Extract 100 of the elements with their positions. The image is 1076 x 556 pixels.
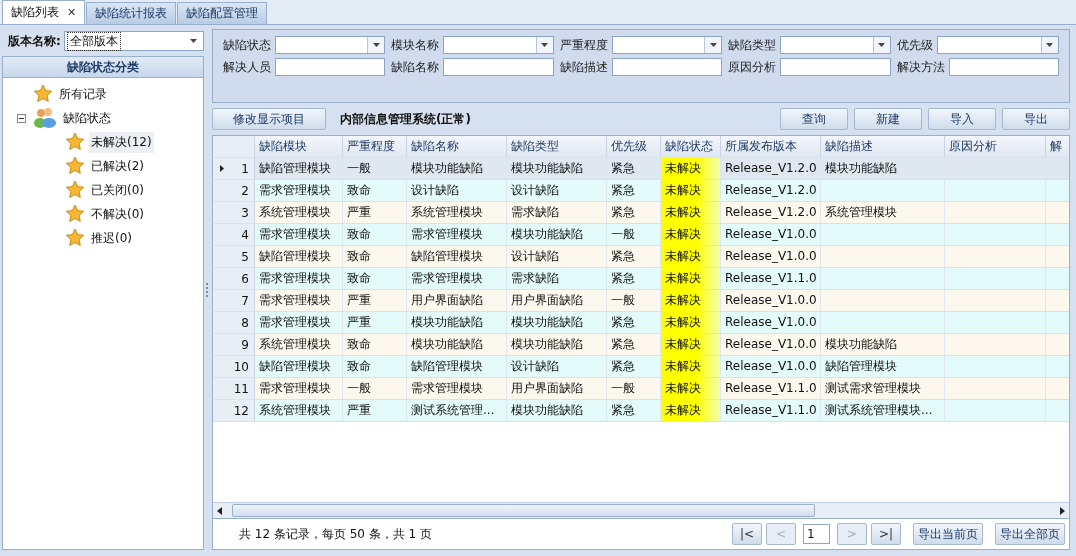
export-button[interactable]: 导出全部页	[995, 523, 1065, 545]
splitter-handle[interactable]	[206, 282, 210, 297]
table-row[interactable]: 8 需求管理模块 严重 模块功能缺陷 模块功能缺陷 紧急 未解决 Release_V1.0.0	[213, 312, 1069, 334]
table-row[interactable]: 3 系统管理模块 严重 系统管理模块 需求缺陷 紧急 未解决 Release_V1.2.0 系统管理模块	[213, 202, 1069, 224]
table-cell: 未解决	[661, 400, 721, 421]
row-header[interactable]: 10	[213, 356, 255, 377]
column-header[interactable]: 缺陷名称	[407, 136, 507, 157]
row-header[interactable]: 7	[213, 290, 255, 311]
toolbar-button[interactable]: 导出	[1002, 108, 1070, 130]
table-cell: 致命	[343, 268, 407, 289]
table-row[interactable]: 5 缺陷管理模块 致命 缺陷管理模块 设计缺陷 紧急 未解决 Release_V1.0.0	[213, 246, 1069, 268]
table-cell: 未解决	[661, 290, 721, 311]
row-header[interactable]: 4	[213, 224, 255, 245]
pager-button[interactable]: >|	[871, 523, 901, 545]
toolbar-button[interactable]: 查询	[780, 108, 848, 130]
grid-corner	[213, 136, 255, 157]
filter-label: 缺陷状态	[223, 36, 271, 54]
tab[interactable]: 缺陷列表 ✕	[2, 0, 86, 24]
table-cell: 需求管理模块	[255, 290, 343, 311]
table-cell: 缺陷管理模块	[255, 246, 343, 267]
table-cell: 设计缺陷	[507, 180, 607, 201]
table-row[interactable]: 12 系统管理模块 严重 测试系统管理... 模块功能缺陷 紧急 未解决 Release_V1.1.0 测试系统管理模块...	[213, 400, 1069, 422]
column-header[interactable]: 缺陷模块	[255, 136, 343, 157]
column-header[interactable]: 缺陷状态	[661, 136, 721, 157]
tree-item[interactable]: 已解决(2)	[89, 155, 146, 177]
table-row[interactable]: 4 需求管理模块 致命 需求管理模块 模块功能缺陷 一般 未解决 Release_V1.0.0	[213, 224, 1069, 246]
table-row[interactable]: 2 需求管理模块 致命 设计缺陷 设计缺陷 紧急 未解决 Release_V1.2.0	[213, 180, 1069, 202]
export-button[interactable]: 导出当前页	[913, 523, 983, 545]
scroll-left-icon[interactable]	[217, 506, 222, 515]
row-header[interactable]: 1	[213, 158, 255, 179]
tree-item[interactable]: 不解决(0)	[89, 203, 146, 225]
toolbar-button[interactable]: 新建	[854, 108, 922, 130]
page-number-field[interactable]: 1	[803, 524, 830, 544]
tree-item[interactable]: 所有记录	[57, 83, 109, 105]
dropdown-arrow-icon[interactable]	[878, 43, 886, 47]
row-header[interactable]: 2	[213, 180, 255, 201]
column-header[interactable]: 解	[1046, 136, 1069, 157]
tree-item[interactable]: 推迟(0)	[89, 227, 134, 249]
row-header[interactable]: 12	[213, 400, 255, 421]
tab[interactable]: 缺陷统计报表	[86, 2, 177, 24]
table-cell: 系统管理模块	[255, 334, 343, 355]
table-cell: 缺陷管理模块	[407, 246, 507, 267]
row-header[interactable]: 8	[213, 312, 255, 333]
version-dropdown[interactable]: 全部版本	[63, 31, 204, 51]
tree-title: 缺陷状态分类	[3, 57, 203, 78]
filter-input[interactable]	[611, 58, 723, 76]
table-cell: 设计缺陷	[507, 246, 607, 267]
dropdown-arrow-icon[interactable]	[190, 39, 197, 43]
row-header[interactable]: 3	[213, 202, 255, 223]
collapse-toggle-icon[interactable]	[17, 113, 26, 123]
scroll-right-icon[interactable]	[1060, 506, 1065, 515]
table-cell: 模块功能缺陷	[821, 158, 945, 179]
table-cell: Release_V1.2.0	[721, 158, 821, 179]
table-cell: 未解决	[661, 356, 721, 377]
filter-input[interactable]	[780, 58, 891, 76]
filter-input[interactable]	[443, 58, 554, 76]
pager-button[interactable]: |<	[732, 523, 762, 545]
table-cell: 需求管理模块	[255, 312, 343, 333]
edit-columns-button[interactable]: 修改显示项目	[212, 108, 326, 130]
dropdown-arrow-icon[interactable]	[541, 43, 549, 47]
table-row[interactable]: 6 需求管理模块 致命 需求管理模块 需求缺陷 紧急 未解决 Release_V1.1.0	[213, 268, 1069, 290]
close-icon[interactable]: ✕	[67, 6, 77, 19]
table-row[interactable]: 7 需求管理模块 严重 用户界面缺陷 用户界面缺陷 一般 未解决 Release_V1.0.0	[213, 290, 1069, 312]
table-cell: 系统管理模块	[407, 202, 507, 223]
scrollbar-thumb[interactable]	[232, 504, 815, 517]
row-number: 9	[241, 337, 249, 352]
dropdown-arrow-icon[interactable]	[372, 43, 380, 47]
table-cell: 致命	[343, 356, 407, 377]
tree-item[interactable]: 未解决(12)	[89, 131, 154, 153]
horizontal-scrollbar[interactable]	[213, 502, 1069, 518]
row-header[interactable]: 5	[213, 246, 255, 267]
filter-input[interactable]	[275, 58, 386, 76]
table-cell: 未解决	[661, 246, 721, 267]
tree-item[interactable]: 缺陷状态	[61, 107, 113, 129]
table-cell: 缺陷管理模块	[255, 158, 343, 179]
filter-input[interactable]	[948, 58, 1059, 76]
column-header[interactable]: 原因分析	[945, 136, 1046, 157]
dropdown-arrow-icon[interactable]	[709, 43, 717, 47]
column-header[interactable]: 所属发布版本	[721, 136, 821, 157]
column-header[interactable]: 严重程度	[343, 136, 407, 157]
row-header[interactable]: 11	[213, 378, 255, 399]
filter-label: 严重程度	[559, 36, 608, 54]
row-number: 8	[241, 315, 249, 330]
table-cell: 模块功能缺陷	[507, 334, 607, 355]
table-row[interactable]: 9 系统管理模块 致命 模块功能缺陷 模块功能缺陷 紧急 未解决 Release_V1.0.0 模块功能缺陷	[213, 334, 1069, 356]
dropdown-arrow-icon[interactable]	[1046, 43, 1054, 47]
column-header[interactable]: 缺陷类型	[507, 136, 607, 157]
table-row[interactable]: 1 缺陷管理模块 一般 模块功能缺陷 模块功能缺陷 紧急 未解决 Release_V1.2.0 模块功能缺陷	[213, 158, 1069, 180]
column-header[interactable]: 缺陷描述	[821, 136, 945, 157]
table-cell: 系统管理模块	[821, 202, 945, 223]
toolbar-button[interactable]: 导入	[928, 108, 996, 130]
column-header[interactable]: 优先级	[607, 136, 661, 157]
row-header[interactable]: 6	[213, 268, 255, 289]
table-row[interactable]: 10 缺陷管理模块 致命 缺陷管理模块 设计缺陷 紧急 未解决 Release_V1.0.0 缺陷管理模块	[213, 356, 1069, 378]
tree-item[interactable]: 已关闭(0)	[89, 179, 146, 201]
row-number: 3	[241, 205, 249, 220]
tab[interactable]: 缺陷配置管理	[177, 2, 268, 24]
row-header[interactable]: 9	[213, 334, 255, 355]
table-row[interactable]: 11 需求管理模块 一般 需求管理模块 用户界面缺陷 一般 未解决 Release_V1.1.0 测试需求管理模块	[213, 378, 1069, 400]
record-summary: 共 12 条记录，每页 50 条，共 1 页	[239, 525, 433, 543]
